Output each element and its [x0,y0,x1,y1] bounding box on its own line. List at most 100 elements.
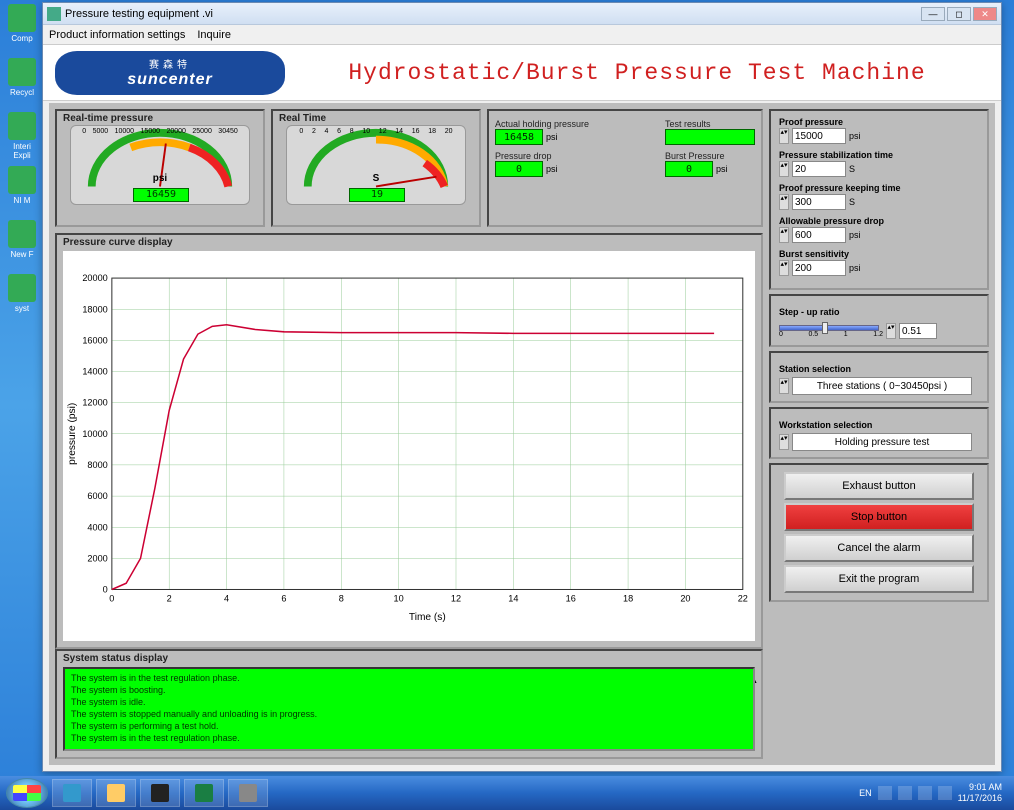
pressure-value: 16459 [133,188,189,202]
tray-icon[interactable] [878,786,892,800]
burst-sensitivity-param: Burst sensitivity ▴▾psi [779,249,979,276]
system-tray: EN 9:01 AM 11/17/2016 [859,782,1008,804]
menu-inquire[interactable]: Inquire [197,29,231,41]
spin-icon[interactable]: ▴▾ [779,227,789,243]
svg-text:16000: 16000 [82,335,107,345]
workstation-select[interactable]: Holding pressure test [792,433,972,451]
workstation-selection-panel: Workstation selection ▴▾Holding pressure… [769,407,989,459]
app-icon [47,7,61,21]
svg-text:6: 6 [281,594,286,604]
time-gauge: 02468101214161820 S 19 [286,125,466,205]
svg-text:8: 8 [339,594,344,604]
minimize-button[interactable]: — [921,7,945,21]
volume-icon[interactable] [938,786,952,800]
step-up-slider[interactable] [779,325,879,331]
step-up-input[interactable] [899,323,937,339]
svg-text:6000: 6000 [87,491,107,501]
header: 赛森特 suncenter Hydrostatic/Burst Pressure… [43,45,1001,101]
spin-icon[interactable]: ▴▾ [779,378,789,394]
step-up-panel: Step - up ratio 00.511.2 ▴▾ [769,294,989,347]
stop-button[interactable]: Stop button [784,503,974,531]
pressure-drop-value: 0 [495,161,543,177]
app-window: Pressure testing equipment .vi — ◻ ✕ Pro… [42,2,1002,772]
svg-text:4: 4 [224,594,229,604]
menubar: Product information settings Inquire [43,25,1001,45]
titlebar[interactable]: Pressure testing equipment .vi — ◻ ✕ [43,3,1001,25]
svg-text:pressure (psi): pressure (psi) [67,403,78,465]
spin-icon[interactable]: ▴▾ [779,260,789,276]
proof-pressure-param: Proof pressure ▴▾psi [779,117,979,144]
svg-text:2000: 2000 [87,553,107,563]
svg-text:0: 0 [109,594,114,604]
svg-text:12000: 12000 [82,398,107,408]
desktop-icon[interactable]: Recycl [4,58,40,102]
desktop-icon[interactable]: New F [4,220,40,264]
taskbar-excel[interactable] [184,779,224,807]
proof-pressure-input[interactable] [792,128,846,144]
main-title: Hydrostatic/Burst Pressure Test Machine [285,60,989,86]
burst-sensitivity-input[interactable] [792,260,846,276]
desktop-icons: Comp Recycl Interi Expli NI M New F syst [4,4,40,328]
allowable-drop-input[interactable] [792,227,846,243]
keeping-time-input[interactable] [792,194,846,210]
parameters-panel: Proof pressure ▴▾psi Pressure stabilizat… [769,109,989,290]
actual-holding-value: 16458 [495,129,543,145]
station-selection-panel: Station selection ▴▾Three stations ( 0~3… [769,351,989,403]
taskbar-explorer[interactable] [96,779,136,807]
taskbar-labview[interactable] [140,779,180,807]
status-panel: System status display ▲ The system is in… [55,649,763,759]
svg-text:0: 0 [103,585,108,595]
exit-button[interactable]: Exit the program [784,565,974,593]
desktop-icon[interactable]: syst [4,274,40,318]
svg-text:10: 10 [394,594,404,604]
burst-pressure-value: 0 [665,161,713,177]
svg-text:20000: 20000 [82,273,107,283]
pressure-gauge: 050001000015000200002500030450 psi 16459 [70,125,250,205]
svg-text:16: 16 [566,594,576,604]
cancel-alarm-button[interactable]: Cancel the alarm [784,534,974,562]
realtime-pressure-panel: Real-time pressure 050001000015000200002… [55,109,265,227]
status-log[interactable]: The system is in the test regulation pha… [63,667,755,751]
spin-icon[interactable]: ▴▾ [779,434,789,450]
desktop-icon[interactable]: Comp [4,4,40,48]
svg-text:Time (s): Time (s) [409,612,446,623]
svg-text:20: 20 [680,594,690,604]
desktop-icon[interactable]: Interi Expli [4,112,40,156]
spin-icon[interactable]: ▴▾ [779,161,789,177]
test-results-indicator [665,129,755,145]
spin-icon[interactable]: ▴▾ [779,194,789,210]
svg-text:18: 18 [623,594,633,604]
taskbar-app[interactable] [228,779,268,807]
exhaust-button[interactable]: Exhaust button [784,472,974,500]
readouts-panel: Actual holding pressure 16458psi Pressur… [487,109,763,227]
realtime-time-panel: Real Time 02468101214161820 S 19 [271,109,481,227]
pressure-curve-panel: Pressure curve display 02468101214161820… [55,233,763,649]
station-select[interactable]: Three stations ( 0~30450psi ) [792,377,972,395]
stabilization-time-input[interactable] [792,161,846,177]
start-button[interactable] [6,778,48,808]
menu-product-info[interactable]: Product information settings [49,29,185,41]
time-value: 19 [349,188,405,202]
pressure-chart: 0246810121416182022020004000600080001000… [63,251,755,641]
svg-text:2: 2 [167,594,172,604]
spin-icon[interactable]: ▴▾ [779,128,789,144]
spin-icon[interactable]: ▴▾ [886,323,896,339]
taskbar-ie[interactable] [52,779,92,807]
allowable-drop-param: Allowable pressure drop ▴▾psi [779,216,979,243]
svg-text:14: 14 [508,594,518,604]
taskbar: EN 9:01 AM 11/17/2016 [0,776,1014,810]
logo: 赛森特 suncenter [55,51,285,95]
desktop-icon[interactable]: NI M [4,166,40,210]
flag-icon[interactable] [898,786,912,800]
network-icon[interactable] [918,786,932,800]
svg-text:18000: 18000 [82,304,107,314]
window-title: Pressure testing equipment .vi [65,8,921,20]
clock[interactable]: 9:01 AM 11/17/2016 [958,782,1002,804]
svg-text:14000: 14000 [82,367,107,377]
svg-text:8000: 8000 [87,460,107,470]
svg-text:12: 12 [451,594,461,604]
svg-text:4000: 4000 [87,522,107,532]
close-button[interactable]: ✕ [973,7,997,21]
language-indicator[interactable]: EN [859,788,872,798]
maximize-button[interactable]: ◻ [947,7,971,21]
